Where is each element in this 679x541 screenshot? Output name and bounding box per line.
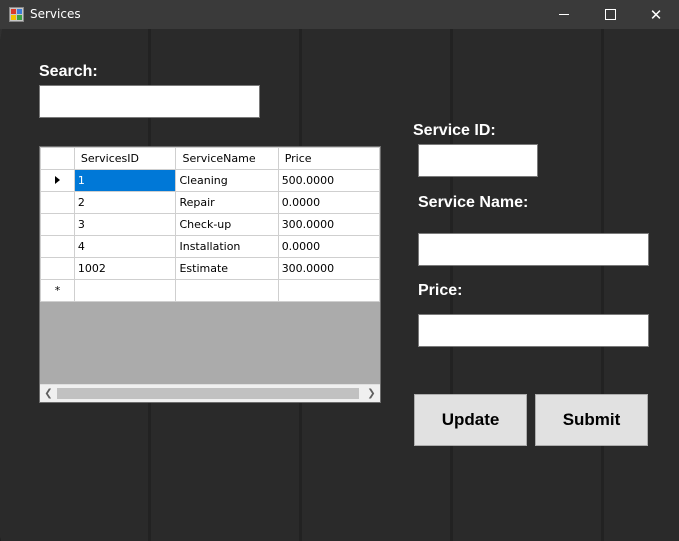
scroll-right-icon[interactable]: ❯ (363, 385, 380, 402)
cell-servicename[interactable]: Check-up (175, 213, 279, 236)
table-row[interactable]: 4 Installation 0.0000 (40, 235, 380, 258)
current-row-arrow-icon (54, 176, 60, 184)
maximize-button[interactable] (587, 0, 633, 29)
window-title: Services (30, 7, 81, 21)
new-row-marker[interactable]: * (40, 279, 75, 302)
row-header[interactable] (40, 257, 75, 280)
cell-price[interactable]: 300.0000 (277, 257, 380, 280)
cell-servicesid[interactable]: 4 (73, 235, 177, 258)
new-row[interactable]: * (40, 279, 380, 302)
row-header[interactable] (40, 191, 75, 214)
cell-servicename[interactable]: Repair (175, 191, 279, 214)
service-name-input[interactable] (418, 233, 649, 266)
row-header[interactable] (40, 235, 75, 258)
minimize-button[interactable] (541, 0, 587, 29)
price-input[interactable] (418, 314, 649, 347)
row-header[interactable] (40, 169, 75, 192)
maximize-icon (604, 9, 616, 20)
cell-servicesid[interactable]: 1002 (73, 257, 177, 280)
cell-servicename[interactable]: Installation (175, 235, 279, 258)
column-header-price[interactable]: Price (277, 147, 380, 170)
service-id-label: Service ID: (413, 122, 496, 139)
scroll-thumb[interactable] (57, 388, 359, 399)
cell-price[interactable]: 500.0000 (277, 169, 380, 192)
column-header-servicesid[interactable]: ServicesID (73, 147, 177, 170)
row-header[interactable] (40, 213, 75, 236)
new-row-cell[interactable] (175, 279, 279, 302)
scroll-left-icon[interactable]: ❮ (40, 385, 57, 402)
table-row[interactable]: 2 Repair 0.0000 (40, 191, 380, 214)
app-icon (9, 7, 24, 22)
service-name-label: Service Name: (418, 194, 529, 211)
table-row[interactable]: 1002 Estimate 300.0000 (40, 257, 380, 280)
table-row[interactable]: 1 Cleaning 500.0000 (40, 169, 380, 192)
table-row[interactable]: 3 Check-up 300.0000 (40, 213, 380, 236)
cell-servicename[interactable]: Cleaning (175, 169, 279, 192)
column-header-servicename[interactable]: ServiceName (175, 147, 279, 170)
cell-servicesid[interactable]: 3 (73, 213, 177, 236)
grid-header-row: ServicesID ServiceName Price (40, 147, 380, 170)
cell-servicename[interactable]: Estimate (175, 257, 279, 280)
title-bar: Services ✕ (0, 0, 679, 29)
services-table: ServicesID ServiceName Price 1 Cleaning 50… (40, 147, 380, 302)
row-header-corner[interactable] (40, 147, 75, 170)
cell-price[interactable]: 0.0000 (277, 235, 380, 258)
new-row-cell[interactable] (277, 279, 380, 302)
cell-price[interactable]: 0.0000 (277, 191, 380, 214)
services-grid[interactable]: ServicesID ServiceName Price 1 Cleaning 50… (39, 146, 381, 403)
horizontal-scrollbar[interactable]: ❮ ❯ (40, 384, 380, 402)
cell-servicesid[interactable]: 2 (73, 191, 177, 214)
submit-button[interactable]: Submit (535, 394, 648, 446)
search-label: Search: (39, 63, 98, 80)
cell-price[interactable]: 300.0000 (277, 213, 380, 236)
new-row-cell[interactable] (73, 279, 177, 302)
close-icon: ✕ (649, 5, 663, 24)
price-label: Price: (418, 282, 463, 299)
update-button[interactable]: Update (414, 394, 527, 446)
minimize-icon (559, 14, 569, 15)
service-id-input[interactable] (418, 144, 538, 177)
search-input[interactable] (39, 85, 260, 118)
cell-servicesid[interactable]: 1 (73, 169, 177, 192)
close-button[interactable]: ✕ (633, 0, 679, 29)
